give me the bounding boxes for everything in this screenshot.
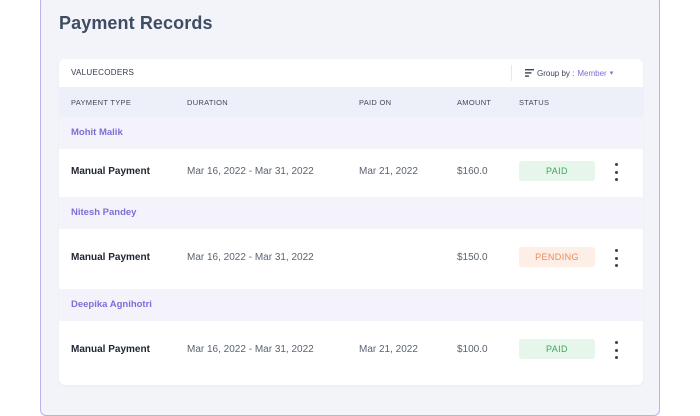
column-header-amount: AMOUNT bbox=[457, 98, 492, 107]
status-badge: PENDING bbox=[519, 247, 595, 267]
member-name: Deepika Agnihotri bbox=[71, 299, 152, 310]
duration-cell: Mar 16, 2022 - Mar 31, 2022 bbox=[187, 166, 314, 177]
group-by-label: Group by : bbox=[537, 68, 575, 78]
group-by-dropdown[interactable]: Group by : Member ▾ bbox=[525, 67, 613, 79]
toolbar-divider bbox=[511, 65, 512, 81]
member-name: Mohit Malik bbox=[71, 127, 123, 138]
row-actions-kebab-icon[interactable] bbox=[611, 249, 621, 267]
amount-cell: $160.0 bbox=[457, 166, 488, 177]
paid-on-cell: Mar 21, 2022 bbox=[359, 344, 418, 355]
table-header: PAYMENT TYPE DURATION PAID ON AMOUNT STA… bbox=[59, 87, 643, 117]
organization-name: VALUECODERS bbox=[71, 68, 135, 77]
page-title: Payment Records bbox=[59, 13, 213, 33]
column-header-status: STATUS bbox=[519, 98, 550, 107]
paid-on-cell: Mar 21, 2022 bbox=[359, 166, 418, 177]
caret-down-icon: ▾ bbox=[609, 70, 614, 77]
sort-lines-icon bbox=[525, 69, 534, 77]
column-header-paid-on: PAID ON bbox=[359, 98, 392, 107]
amount-cell: $100.0 bbox=[457, 344, 488, 355]
amount-cell: $150.0 bbox=[457, 252, 488, 263]
member-group-header: Nitesh Pandey bbox=[59, 197, 643, 229]
member-group-header: Deepika Agnihotri bbox=[59, 289, 643, 321]
member-group-header: Mohit Malik bbox=[59, 117, 643, 149]
table-toolbar: VALUECODERS Group by : Member ▾ bbox=[59, 59, 643, 87]
payment-records-panel: Payment Records VALUECODERS Group by : M… bbox=[40, 0, 660, 416]
member-name: Nitesh Pandey bbox=[71, 207, 137, 218]
status-badge: PAID bbox=[519, 161, 595, 181]
table-row: Manual Payment Mar 16, 2022 - Mar 31, 20… bbox=[59, 235, 643, 283]
duration-cell: Mar 16, 2022 - Mar 31, 2022 bbox=[187, 344, 314, 355]
group-by-value: Member bbox=[577, 68, 607, 78]
payment-type-cell: Manual Payment bbox=[71, 252, 150, 263]
payment-records-card: VALUECODERS Group by : Member ▾ PAYMENT … bbox=[59, 59, 643, 385]
column-header-payment-type: PAYMENT TYPE bbox=[71, 98, 132, 107]
payment-type-cell: Manual Payment bbox=[71, 166, 150, 177]
table-row: Manual Payment Mar 16, 2022 - Mar 31, 20… bbox=[59, 327, 643, 375]
column-header-duration: DURATION bbox=[187, 98, 229, 107]
duration-cell: Mar 16, 2022 - Mar 31, 2022 bbox=[187, 252, 314, 263]
payment-type-cell: Manual Payment bbox=[71, 344, 150, 355]
table-row: Manual Payment Mar 16, 2022 - Mar 31, 20… bbox=[59, 149, 643, 197]
row-actions-kebab-icon[interactable] bbox=[611, 163, 621, 181]
row-actions-kebab-icon[interactable] bbox=[611, 341, 621, 359]
status-badge: PAID bbox=[519, 339, 595, 359]
